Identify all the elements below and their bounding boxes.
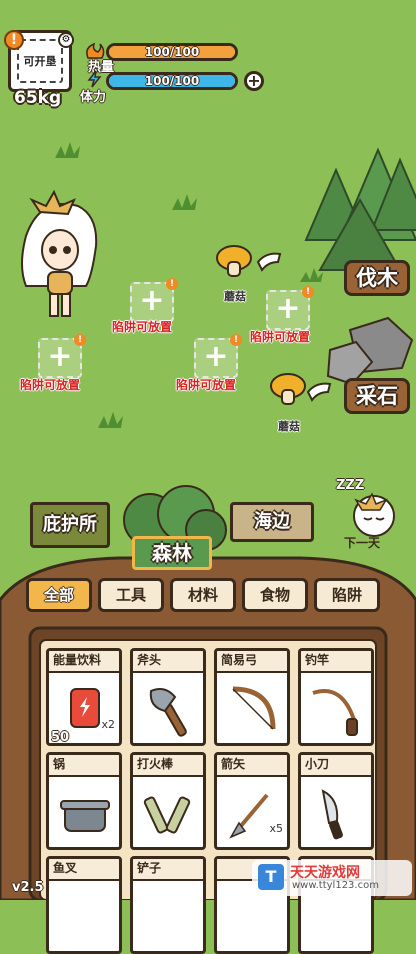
inventory-tabs: 全部 工具 材料 食物 陷阱 bbox=[26, 578, 390, 612]
item-qty: x2 bbox=[101, 718, 115, 731]
item-name: 简易弓 bbox=[217, 651, 287, 673]
fire-starter-icon bbox=[143, 796, 191, 834]
heat-bar: 100/100 bbox=[106, 43, 238, 61]
stamina-value: 100/100 bbox=[144, 74, 200, 88]
location-shelter[interactable]: 庇护所 bbox=[30, 502, 110, 548]
mushroom-label-2[interactable]: 蘑菇 bbox=[278, 418, 300, 434]
trap-spot-3[interactable]: + ! bbox=[38, 334, 86, 378]
item-name: 钓竿 bbox=[301, 651, 371, 673]
item-name: 铲子 bbox=[133, 859, 203, 881]
tab-traps[interactable]: 陷阱 bbox=[314, 578, 380, 612]
trap-alert-icon: ! bbox=[230, 334, 242, 346]
alert-icon[interactable]: ! bbox=[4, 30, 24, 50]
trap-alert-icon: ! bbox=[302, 286, 314, 298]
item-card[interactable]: 箭矢 x5 bbox=[214, 752, 290, 850]
tab-tools[interactable]: 工具 bbox=[98, 578, 164, 612]
next-day-label: 下一天 bbox=[344, 536, 381, 550]
item-card[interactable]: 打火棒 bbox=[130, 752, 206, 850]
knife-icon bbox=[321, 789, 343, 840]
item-card[interactable]: 铲子 bbox=[130, 856, 206, 954]
item-card[interactable]: 简易弓 bbox=[214, 648, 290, 746]
tab-materials[interactable]: 材料 bbox=[170, 578, 236, 612]
watermark: T 天天游戏网 www.ttyl123.com bbox=[252, 860, 412, 896]
location-seaside[interactable]: 海边 bbox=[230, 502, 314, 542]
trap-label-1: 陷阱可放置 bbox=[112, 320, 173, 334]
item-card[interactable]: 鱼叉 bbox=[46, 856, 122, 954]
location-forest[interactable]: 森林 bbox=[132, 536, 212, 570]
item-qty: x5 bbox=[269, 822, 283, 835]
version-label: v2.5 bbox=[12, 880, 44, 895]
trap-label-4: 陷阱可放置 bbox=[176, 378, 237, 392]
trap-alert-icon: ! bbox=[74, 334, 86, 346]
zzz-label: ZZZ bbox=[336, 478, 365, 493]
item-card[interactable]: 能量饮料 x2 50 bbox=[46, 648, 122, 746]
item-name: 箭矢 bbox=[217, 755, 287, 777]
weight-value: 65kg bbox=[14, 88, 62, 108]
item-card[interactable]: 锅 bbox=[46, 752, 122, 850]
item-name: 小刀 bbox=[301, 755, 371, 777]
pot-icon bbox=[60, 800, 110, 832]
axe-icon bbox=[149, 688, 187, 737]
trap-label-2: 陷阱可放置 bbox=[250, 330, 311, 344]
chop-wood-button[interactable]: 伐木 bbox=[344, 260, 410, 296]
portrait-label: 可开垦 bbox=[23, 55, 57, 68]
trap-spot-4[interactable]: + ! bbox=[194, 334, 242, 378]
stamina-bar: 100/100 bbox=[106, 72, 238, 90]
bow-icon bbox=[232, 686, 276, 730]
item-name: 鱼叉 bbox=[49, 859, 119, 881]
stamina-label: 体力 bbox=[80, 90, 107, 105]
next-day-button[interactable]: ZZZ 下一天 bbox=[336, 478, 406, 550]
item-card[interactable]: 斧头 bbox=[130, 648, 206, 746]
item-card[interactable]: 钓竿 bbox=[298, 648, 374, 746]
watermark-logo-icon: T bbox=[258, 864, 284, 890]
item-grid: 能量饮料 x2 50 斧头 简易弓 钓竿 锅 打火棒 箭矢 x5 小刀 鱼叉 铲… bbox=[46, 648, 374, 954]
arrow-icon bbox=[229, 793, 269, 839]
tab-food[interactable]: 食物 bbox=[242, 578, 308, 612]
item-name: 斧头 bbox=[133, 651, 203, 673]
item-card[interactable]: 小刀 bbox=[298, 752, 374, 850]
heat-value: 100/100 bbox=[144, 45, 200, 59]
trap-spot-1[interactable]: + ! bbox=[130, 278, 178, 322]
watermark-url: www.ttyl123.com bbox=[292, 880, 379, 891]
trap-spot-2[interactable]: + ! bbox=[266, 286, 314, 330]
add-stamina-button[interactable]: + bbox=[244, 71, 264, 91]
fishing-rod-icon bbox=[312, 689, 358, 736]
trap-label-3: 陷阱可放置 bbox=[20, 378, 81, 392]
watermark-title: 天天游戏网 bbox=[290, 865, 360, 881]
tab-all[interactable]: 全部 bbox=[26, 578, 92, 612]
settings-gear-icon[interactable]: ⚙ bbox=[58, 32, 74, 48]
mine-stone-button[interactable]: 采石 bbox=[344, 378, 410, 414]
item-name: 锅 bbox=[49, 755, 119, 777]
item-name: 能量饮料 bbox=[49, 651, 119, 673]
item-count: 50 bbox=[51, 730, 70, 745]
mushroom-label-1[interactable]: 蘑菇 bbox=[224, 288, 246, 304]
item-name: 打火棒 bbox=[133, 755, 203, 777]
trap-alert-icon: ! bbox=[166, 278, 178, 290]
